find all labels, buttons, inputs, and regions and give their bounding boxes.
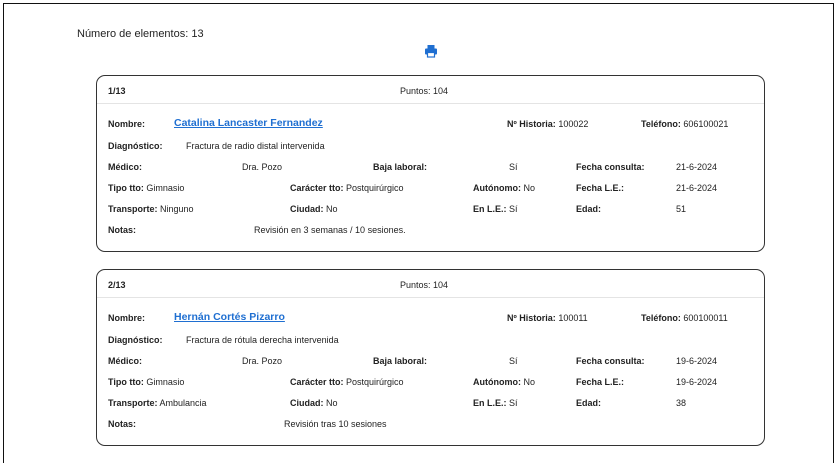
doctor-value: Dra. Pozo <box>242 356 283 366</box>
notes-label: Notas: <box>108 225 137 235</box>
in-waitlist-label: En L.E.: <box>473 398 507 408</box>
city-field: Ciudad: No <box>290 398 338 408</box>
card-points: Puntos: 104 <box>400 280 449 290</box>
history-label: Nº Historia: <box>507 119 556 129</box>
treatment-type-label: Tipo tto: <box>108 183 144 193</box>
phone-field: Teléfono: 600100011 <box>641 313 728 323</box>
phone-field: Teléfono: 606100021 <box>641 119 728 129</box>
phone-value: 606100021 <box>683 119 729 129</box>
treatment-type-value: Gimnasio <box>146 183 185 193</box>
treatment-character-label: Carácter tto: <box>290 183 344 193</box>
diagnosis-value: Fractura de radio distal intervenida <box>186 141 325 151</box>
consult-date-label: Fecha consulta: <box>576 162 645 172</box>
treatment-character-field: Carácter tto: Postquirúrgico <box>290 183 404 193</box>
element-count: Número de elementos: 13 <box>77 28 204 40</box>
treatment-character-value: Postquirúrgico <box>346 377 404 387</box>
treatment-character-field: Carácter tto: Postquirúrgico <box>290 377 404 387</box>
treatment-character-label: Carácter tto: <box>290 377 344 387</box>
age-label: Edad: <box>576 204 602 214</box>
self-employed-label: Autónomo: <box>473 183 521 193</box>
transport-value: Ninguno <box>160 204 194 214</box>
city-value: No <box>326 398 338 408</box>
patient-card: 1/13 Puntos: 104 Nombre: Catalina Lancas… <box>96 75 765 252</box>
transport-value: Ambulancia <box>159 398 207 408</box>
city-field: Ciudad: No <box>290 204 338 214</box>
phone-label: Teléfono: <box>641 313 681 323</box>
consult-date-value: 19-6-2024 <box>676 356 718 366</box>
diagnosis-label: Diagnóstico: <box>108 335 163 345</box>
transport-field: Transporte: Ninguno <box>108 204 194 214</box>
treatment-character-value: Postquirúrgico <box>346 183 404 193</box>
card-index: 2/13 <box>108 280 126 290</box>
notes-label: Notas: <box>108 419 137 429</box>
waitlist-date-label: Fecha L.E.: <box>576 377 625 387</box>
transport-label: Transporte: <box>108 398 158 408</box>
self-employed-field: Autónomo: No <box>473 377 535 387</box>
self-employed-value: No <box>523 183 536 193</box>
history-field: Nº Historia: 100022 <box>507 119 588 129</box>
treatment-type-field: Tipo tto: Gimnasio <box>108 377 184 387</box>
history-field: Nº Historia: 100011 <box>507 313 588 323</box>
in-waitlist-value: Sí <box>509 204 518 214</box>
patient-name-link[interactable]: Catalina Lancaster Fernandez <box>174 117 323 129</box>
treatment-type-field: Tipo tto: Gimnasio <box>108 183 184 193</box>
phone-label: Teléfono: <box>641 119 681 129</box>
age-value: 51 <box>676 204 687 214</box>
notes-value: Revisión tras 10 sesiones <box>284 419 387 429</box>
in-waitlist-field: En L.E.: Sí <box>473 398 518 408</box>
treatment-type-label: Tipo tto: <box>108 377 144 387</box>
name-label: Nombre: <box>108 119 146 129</box>
card-header: 2/13 Puntos: 104 <box>97 270 764 298</box>
age-value: 38 <box>676 398 687 408</box>
card-header: 1/13 Puntos: 104 <box>97 76 764 104</box>
history-label: Nº Historia: <box>507 313 556 323</box>
age-label: Edad: <box>576 398 602 408</box>
in-waitlist-field: En L.E.: Sí <box>473 204 518 214</box>
diagnosis-value: Fractura de rótula derecha intervenida <box>186 335 339 345</box>
in-waitlist-label: En L.E.: <box>473 204 507 214</box>
card-points: Puntos: 104 <box>400 86 449 96</box>
sick-leave-label: Baja laboral: <box>373 162 428 172</box>
diagnosis-label: Diagnóstico: <box>108 141 163 151</box>
self-employed-field: Autónomo: No <box>473 183 535 193</box>
name-label: Nombre: <box>108 313 146 323</box>
sick-leave-value: Sí <box>509 162 518 172</box>
printer-icon[interactable] <box>424 44 438 58</box>
doctor-label: Médico: <box>108 162 143 172</box>
city-label: Ciudad: <box>290 398 324 408</box>
history-value: 100022 <box>558 119 589 129</box>
self-employed-value: No <box>523 377 536 387</box>
patient-card: 2/13 Puntos: 104 Nombre: Hernán Cortés P… <box>96 269 765 446</box>
transport-label: Transporte: <box>108 204 158 214</box>
consult-date-label: Fecha consulta: <box>576 356 645 366</box>
self-employed-label: Autónomo: <box>473 377 521 387</box>
waitlist-date-value: 21-6-2024 <box>676 183 718 193</box>
patient-name-link[interactable]: Hernán Cortés Pizarro <box>174 311 285 323</box>
phone-value: 600100011 <box>683 313 728 323</box>
transport-field: Transporte: Ambulancia <box>108 398 207 408</box>
doctor-value: Dra. Pozo <box>242 162 283 172</box>
notes-value: Revisión en 3 semanas / 10 sesiones. <box>254 225 406 235</box>
sick-leave-label: Baja laboral: <box>373 356 428 366</box>
card-index: 1/13 <box>108 86 126 96</box>
city-label: Ciudad: <box>290 204 324 214</box>
doctor-label: Médico: <box>108 356 143 366</box>
in-waitlist-value: Sí <box>509 398 518 408</box>
waitlist-date-value: 19-6-2024 <box>676 377 718 387</box>
waitlist-date-label: Fecha L.E.: <box>576 183 625 193</box>
history-value: 100011 <box>558 313 588 323</box>
treatment-type-value: Gimnasio <box>146 377 185 387</box>
city-value: No <box>326 204 338 214</box>
sick-leave-value: Sí <box>509 356 518 366</box>
consult-date-value: 21-6-2024 <box>676 162 718 172</box>
